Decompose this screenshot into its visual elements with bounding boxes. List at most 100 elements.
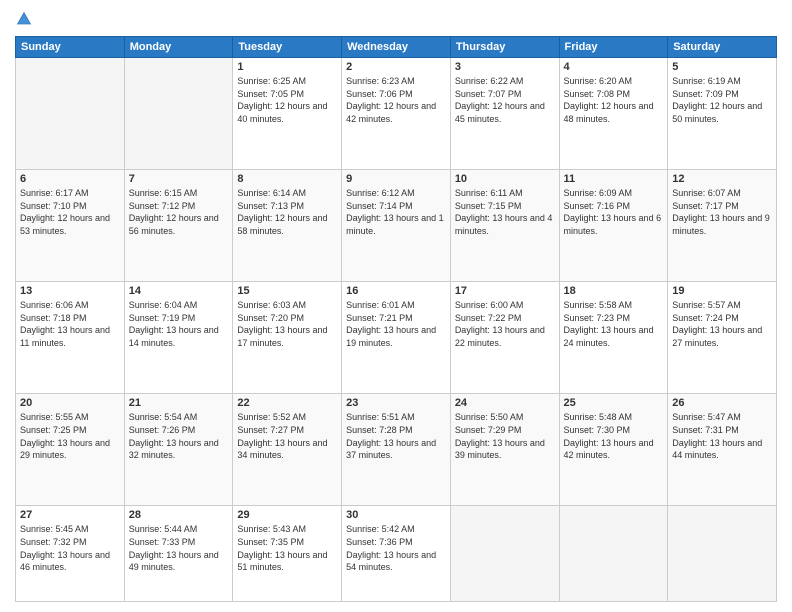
calendar-cell: 24 Sunrise: 5:50 AMSunset: 7:29 PMDayligh… <box>450 394 559 506</box>
calendar-cell: 2 Sunrise: 6:23 AMSunset: 7:06 PMDaylight… <box>342 58 451 170</box>
day-info: Sunrise: 5:45 AMSunset: 7:32 PMDaylight:… <box>20 523 120 573</box>
calendar-cell: 18Sunrise: 5:58 AMSunset: 7:23 PMDayligh… <box>559 282 668 394</box>
weekday-header-thursday: Thursday <box>450 37 559 58</box>
day-number: 19 <box>672 285 772 297</box>
day-number: 7 <box>129 173 229 185</box>
day-info: Sunrise: 6:06 AMSunset: 7:18 PMDaylight:… <box>20 299 120 349</box>
calendar-cell: 8 Sunrise: 6:14 AMSunset: 7:13 PMDaylight… <box>233 170 342 282</box>
day-number: 13 <box>20 285 120 297</box>
day-info: Sunrise: 6:04 AMSunset: 7:19 PMDaylight:… <box>129 299 229 349</box>
day-info: Sunrise: 6:07 AMSunset: 7:17 PMDaylight:… <box>672 187 772 237</box>
weekday-header-sunday: Sunday <box>16 37 125 58</box>
calendar-cell: 15 Sunrise: 6:03 AMSunset: 7:20 PMDayligh… <box>233 282 342 394</box>
day-number: 22 <box>237 397 337 409</box>
day-number: 21 <box>129 397 229 409</box>
calendar-page: SundayMondayTuesdayWednesdayThursdayFrid… <box>0 0 792 612</box>
calendar-cell <box>124 58 233 170</box>
day-info: Sunrise: 5:58 AMSunset: 7:23 PMDaylight:… <box>564 299 664 349</box>
calendar-cell: 17 Sunrise: 6:00 AMSunset: 7:22 PMDayligh… <box>450 282 559 394</box>
logo <box>15 10 35 28</box>
day-info: Sunrise: 5:47 AMSunset: 7:31 PMDaylight:… <box>672 411 772 461</box>
calendar-cell: 26 Sunrise: 5:47 AMSunset: 7:31 PMDayligh… <box>668 394 777 506</box>
day-number: 8 <box>237 173 337 185</box>
day-info: Sunrise: 5:57 AMSunset: 7:24 PMDaylight:… <box>672 299 772 349</box>
day-info: Sunrise: 5:44 AMSunset: 7:33 PMDaylight:… <box>129 523 229 573</box>
calendar-cell: 23Sunrise: 5:51 AMSunset: 7:28 PMDayligh… <box>342 394 451 506</box>
day-number: 30 <box>346 509 446 521</box>
day-info: Sunrise: 6:14 AMSunset: 7:13 PMDaylight:… <box>237 187 337 237</box>
day-number: 25 <box>564 397 664 409</box>
day-number: 10 <box>455 173 555 185</box>
week-row-4: 20 Sunrise: 5:55 AMSunset: 7:25 PMDayligh… <box>16 394 777 506</box>
calendar-cell: 27 Sunrise: 5:45 AMSunset: 7:32 PMDayligh… <box>16 506 125 602</box>
day-number: 16 <box>346 285 446 297</box>
day-number: 26 <box>672 397 772 409</box>
day-info: Sunrise: 5:48 AMSunset: 7:30 PMDaylight:… <box>564 411 664 461</box>
day-number: 24 <box>455 397 555 409</box>
day-info: Sunrise: 6:00 AMSunset: 7:22 PMDaylight:… <box>455 299 555 349</box>
day-number: 23 <box>346 397 446 409</box>
calendar-cell: 25 Sunrise: 5:48 AMSunset: 7:30 PMDayligh… <box>559 394 668 506</box>
day-number: 29 <box>237 509 337 521</box>
calendar-cell: 3 Sunrise: 6:22 AMSunset: 7:07 PMDaylight… <box>450 58 559 170</box>
calendar-cell: 11 Sunrise: 6:09 AMSunset: 7:16 PMDayligh… <box>559 170 668 282</box>
calendar-cell: 28 Sunrise: 5:44 AMSunset: 7:33 PMDayligh… <box>124 506 233 602</box>
day-number: 27 <box>20 509 120 521</box>
calendar-cell: 20 Sunrise: 5:55 AMSunset: 7:25 PMDayligh… <box>16 394 125 506</box>
day-info: Sunrise: 6:22 AMSunset: 7:07 PMDaylight:… <box>455 75 555 125</box>
weekday-header-row: SundayMondayTuesdayWednesdayThursdayFrid… <box>16 37 777 58</box>
day-number: 17 <box>455 285 555 297</box>
day-number: 14 <box>129 285 229 297</box>
calendar-cell: 12Sunrise: 6:07 AMSunset: 7:17 PMDayligh… <box>668 170 777 282</box>
day-info: Sunrise: 6:09 AMSunset: 7:16 PMDaylight:… <box>564 187 664 237</box>
day-info: Sunrise: 6:19 AMSunset: 7:09 PMDaylight:… <box>672 75 772 125</box>
weekday-header-monday: Monday <box>124 37 233 58</box>
week-row-3: 13 Sunrise: 6:06 AMSunset: 7:18 PMDayligh… <box>16 282 777 394</box>
calendar-cell <box>559 506 668 602</box>
weekday-header-tuesday: Tuesday <box>233 37 342 58</box>
day-number: 2 <box>346 61 446 73</box>
calendar-cell: 22Sunrise: 5:52 AMSunset: 7:27 PMDayligh… <box>233 394 342 506</box>
weekday-header-saturday: Saturday <box>668 37 777 58</box>
calendar-cell: 13 Sunrise: 6:06 AMSunset: 7:18 PMDayligh… <box>16 282 125 394</box>
calendar-cell: 7 Sunrise: 6:15 AMSunset: 7:12 PMDaylight… <box>124 170 233 282</box>
day-number: 20 <box>20 397 120 409</box>
day-number: 4 <box>564 61 664 73</box>
day-number: 15 <box>237 285 337 297</box>
day-info: Sunrise: 6:03 AMSunset: 7:20 PMDaylight:… <box>237 299 337 349</box>
day-number: 11 <box>564 173 664 185</box>
day-info: Sunrise: 6:25 AMSunset: 7:05 PMDaylight:… <box>237 75 337 125</box>
calendar-cell: 14 Sunrise: 6:04 AMSunset: 7:19 PMDayligh… <box>124 282 233 394</box>
calendar-table: SundayMondayTuesdayWednesdayThursdayFrid… <box>15 36 777 602</box>
calendar-cell: 10 Sunrise: 6:11 AMSunset: 7:15 PMDayligh… <box>450 170 559 282</box>
logo-icon <box>15 10 33 28</box>
calendar-cell: 30 Sunrise: 5:42 AMSunset: 7:36 PMDayligh… <box>342 506 451 602</box>
calendar-cell: 29 Sunrise: 5:43 AMSunset: 7:35 PMDayligh… <box>233 506 342 602</box>
day-info: Sunrise: 6:01 AMSunset: 7:21 PMDaylight:… <box>346 299 446 349</box>
day-info: Sunrise: 6:23 AMSunset: 7:06 PMDaylight:… <box>346 75 446 125</box>
calendar-cell <box>450 506 559 602</box>
calendar-cell: 9Sunrise: 6:12 AMSunset: 7:14 PMDaylight… <box>342 170 451 282</box>
day-number: 28 <box>129 509 229 521</box>
day-info: Sunrise: 6:20 AMSunset: 7:08 PMDaylight:… <box>564 75 664 125</box>
day-info: Sunrise: 5:43 AMSunset: 7:35 PMDaylight:… <box>237 523 337 573</box>
calendar-cell <box>668 506 777 602</box>
weekday-header-wednesday: Wednesday <box>342 37 451 58</box>
day-number: 9 <box>346 173 446 185</box>
day-info: Sunrise: 6:11 AMSunset: 7:15 PMDaylight:… <box>455 187 555 237</box>
header <box>15 10 777 28</box>
calendar-cell: 16 Sunrise: 6:01 AMSunset: 7:21 PMDayligh… <box>342 282 451 394</box>
calendar-cell <box>16 58 125 170</box>
day-info: Sunrise: 5:55 AMSunset: 7:25 PMDaylight:… <box>20 411 120 461</box>
day-info: Sunrise: 5:50 AMSunset: 7:29 PMDaylight:… <box>455 411 555 461</box>
calendar-cell: 21 Sunrise: 5:54 AMSunset: 7:26 PMDayligh… <box>124 394 233 506</box>
day-number: 6 <box>20 173 120 185</box>
weekday-header-friday: Friday <box>559 37 668 58</box>
day-info: Sunrise: 6:15 AMSunset: 7:12 PMDaylight:… <box>129 187 229 237</box>
week-row-5: 27 Sunrise: 5:45 AMSunset: 7:32 PMDayligh… <box>16 506 777 602</box>
week-row-1: 1Sunrise: 6:25 AMSunset: 7:05 PMDaylight… <box>16 58 777 170</box>
day-info: Sunrise: 5:54 AMSunset: 7:26 PMDaylight:… <box>129 411 229 461</box>
day-number: 3 <box>455 61 555 73</box>
day-info: Sunrise: 6:17 AMSunset: 7:10 PMDaylight:… <box>20 187 120 237</box>
day-info: Sunrise: 5:42 AMSunset: 7:36 PMDaylight:… <box>346 523 446 573</box>
